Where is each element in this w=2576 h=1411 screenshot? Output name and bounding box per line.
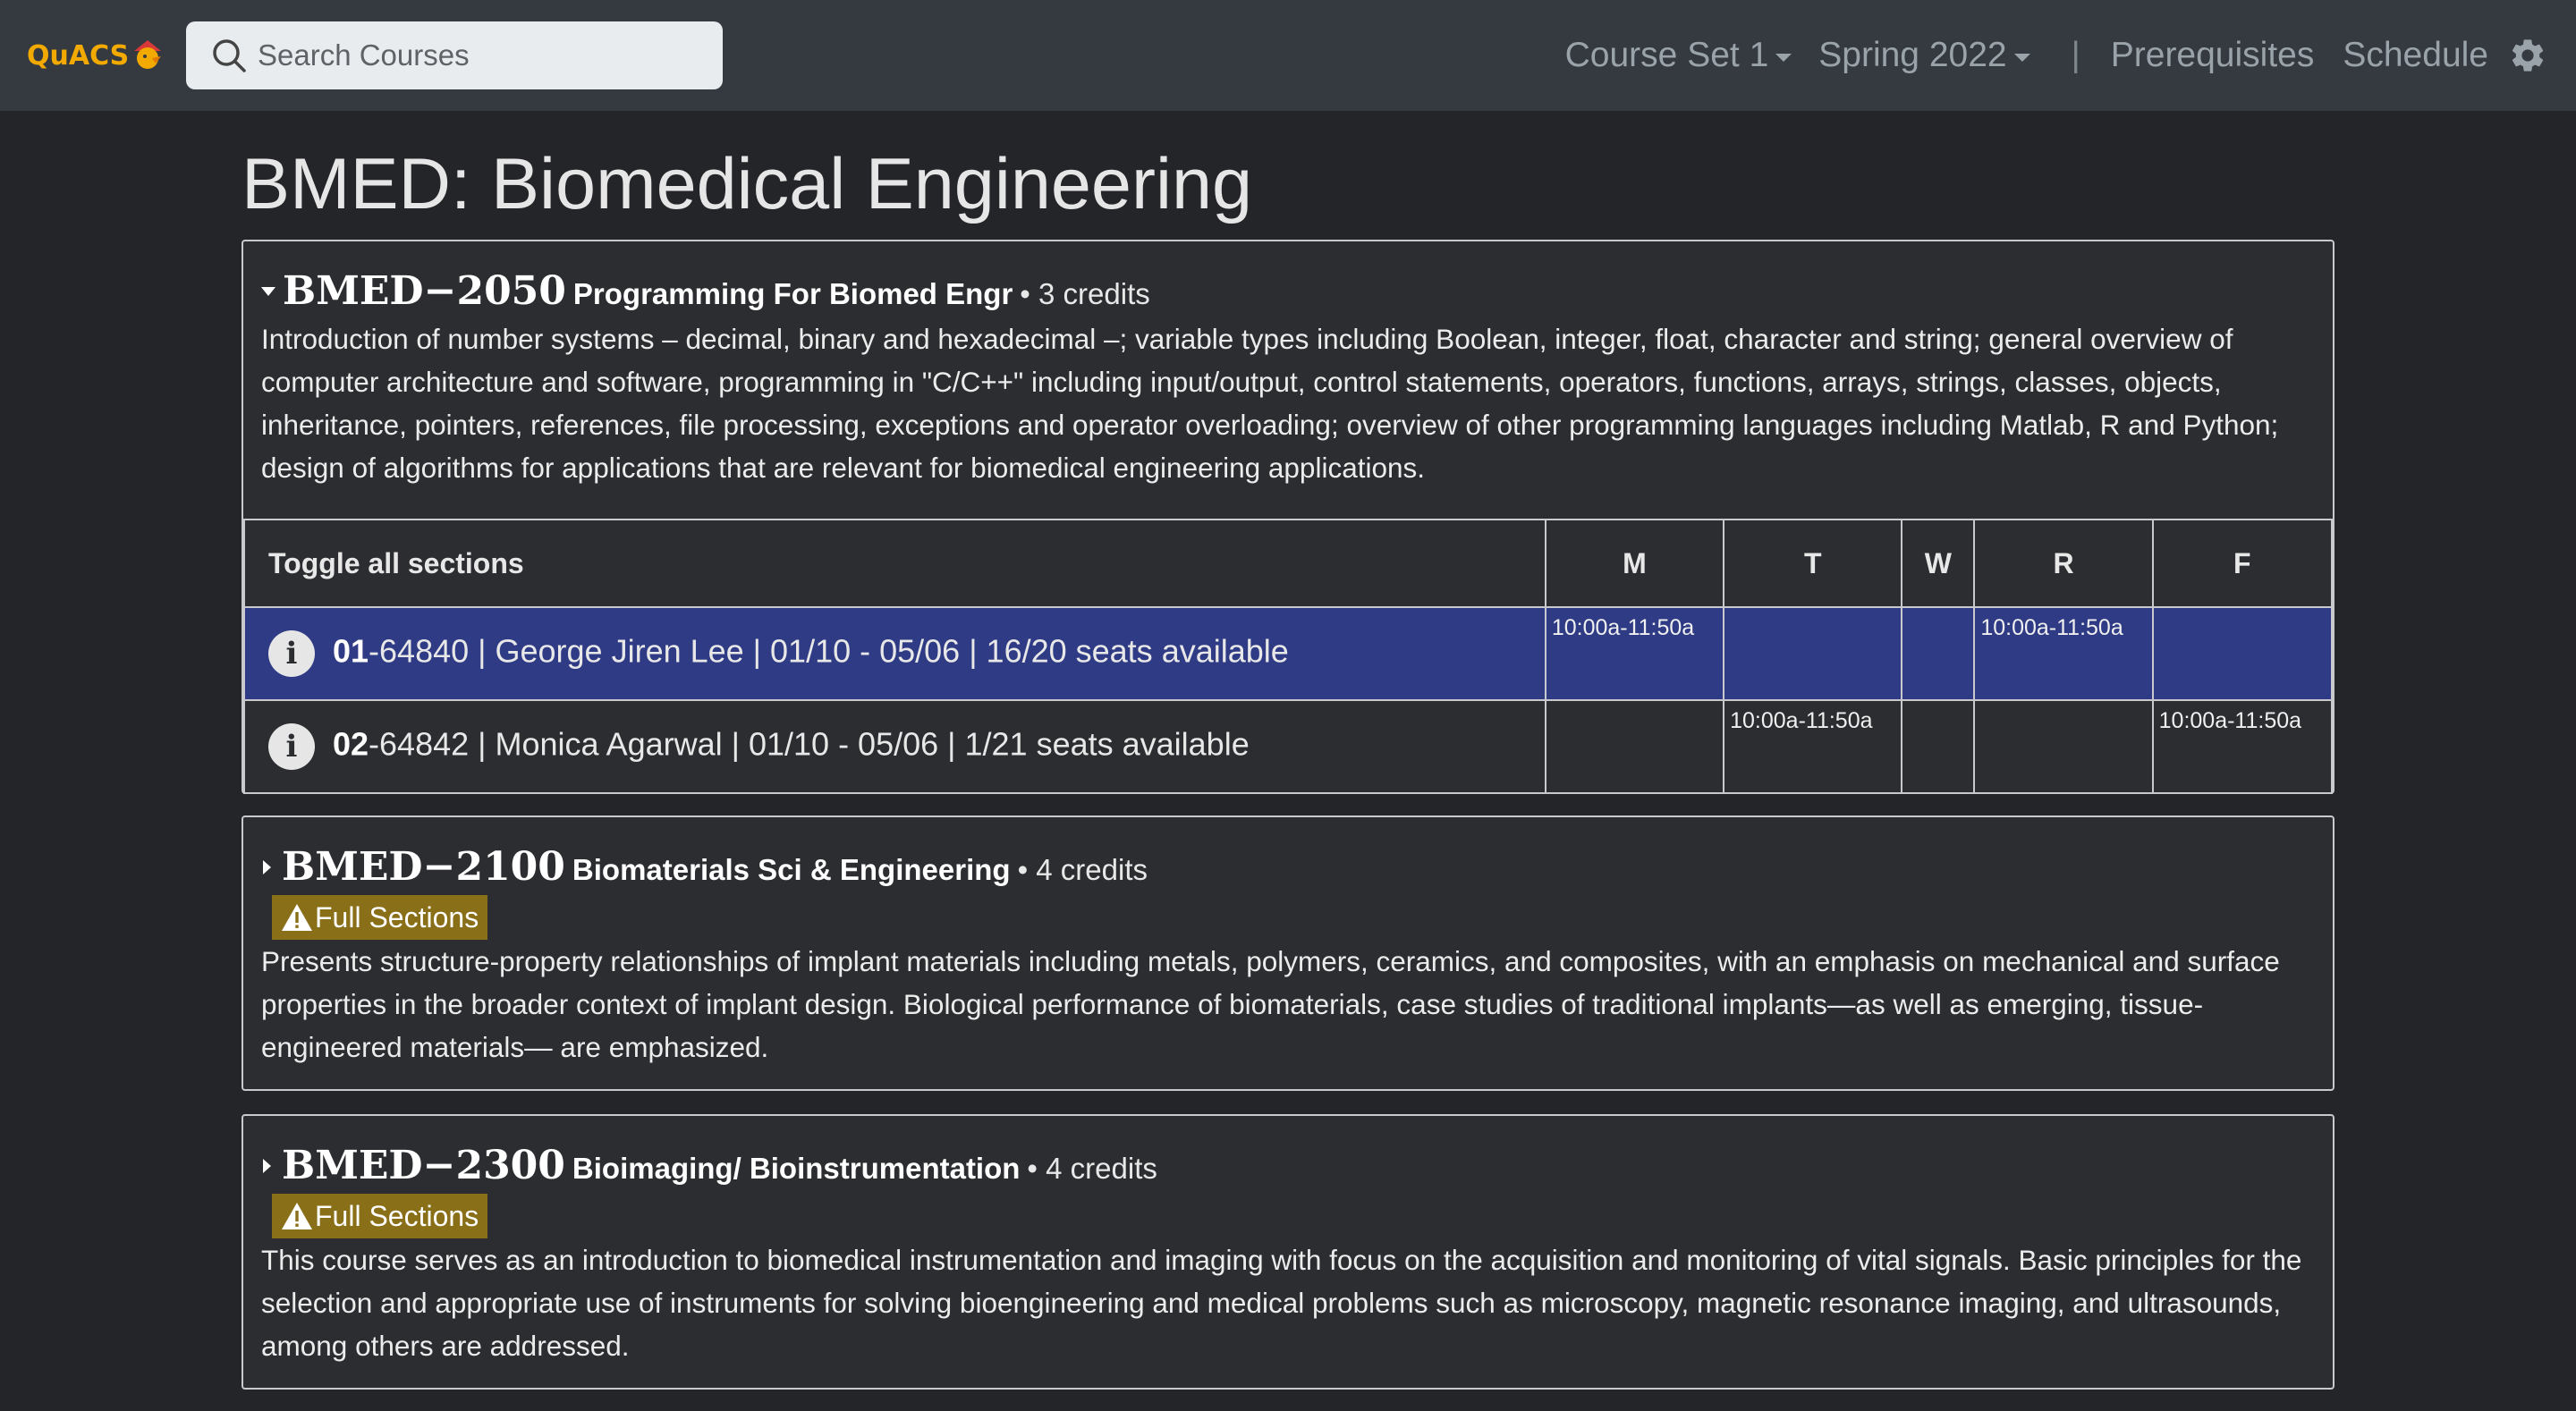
page-title: BMED: Biomedical Engineering [242,144,1253,224]
badge-row: Full Sections [243,1194,2333,1238]
day-header-f: F [2151,519,2334,608]
time-cell-r [1973,699,2154,794]
section-row-02[interactable]: i 02-64842 | Monica Agarwal | 01/10 - 05/… [243,699,2334,794]
warning-icon [282,1203,312,1229]
badge-row: Full Sections [243,895,2333,940]
course-code: BMED−2300 [282,1143,565,1188]
course-header[interactable]: BMED−2050 Programming For Biomed Engr • … [261,268,2333,314]
quacs-logo[interactable]: QuACS [27,32,165,79]
badge-label: Full Sections [315,900,479,934]
section-details: -64840 | George Jiren Lee | 01/10 - 05/0… [369,632,1289,670]
course-card-bmed-2300: BMED−2300 Bioimaging/ Bioinstrumentation… [242,1114,2334,1390]
course-credits: • 3 credits [1020,277,1150,310]
chevron-down-icon [2013,53,2030,62]
search-box[interactable] [186,21,723,89]
course-set-dropdown[interactable]: Course Set 1 [1565,36,1792,75]
time-cell-m: 10:00a-11:50a [1544,606,1725,701]
logo-text: QuACS [27,39,130,72]
day-header-m: M [1544,519,1725,608]
full-sections-badge: Full Sections [272,895,488,940]
nav-separator: | [2071,36,2080,74]
section-number: 01 [333,632,369,670]
course-credits: • 4 credits [1017,853,1148,886]
caret-down-icon [261,286,275,296]
section-info[interactable]: i 01-64840 | George Jiren Lee | 01/10 - 0… [243,606,1546,701]
logo-duck-icon [131,38,165,72]
course-code: BMED−2050 [283,268,566,314]
time-cell-t [1723,606,1903,701]
course-header[interactable]: BMED−2100 Biomaterials Sci & Engineering… [261,844,2333,890]
course-name: Programming For Biomed Engr [572,277,1013,310]
sections-header-row: Toggle all sections M T W R F [243,519,2334,608]
info-icon[interactable]: i [268,630,315,677]
caret-right-icon [263,1158,271,1173]
toggle-all-sections[interactable]: Toggle all sections [243,519,1546,608]
time-cell-w [1901,699,1976,794]
course-description: This course serves as an introduction to… [261,1244,2302,1362]
course-description: Introduction of number systems – decimal… [261,323,2279,484]
prerequisites-label: Prerequisites [2110,36,2315,74]
section-info[interactable]: i 02-64842 | Monica Agarwal | 01/10 - 05/… [243,699,1546,794]
full-sections-badge: Full Sections [272,1194,488,1238]
course-name: Biomaterials Sci & Engineering [572,853,1011,886]
day-header-r: R [1973,519,2154,608]
badge-label: Full Sections [315,1199,479,1232]
course-name: Bioimaging/ Bioinstrumentation [572,1152,1021,1185]
search-input[interactable] [258,38,705,72]
time-cell-w [1901,606,1976,701]
time-cell-f: 10:00a-11:50a [2151,699,2334,794]
section-row-01[interactable]: i 01-64840 | George Jiren Lee | 01/10 - 0… [243,606,2334,701]
semester-dropdown[interactable]: Spring 2022 [1818,36,2030,75]
course-set-label: Course Set 1 [1564,36,1769,74]
navbar-menu: Course Set 1 Spring 2022 | Prerequisites… [1565,0,2576,111]
course-header[interactable]: BMED−2300 Bioimaging/ Bioinstrumentation… [261,1143,2333,1188]
course-description: Presents structure-property relationship… [261,945,2280,1063]
section-details: -64842 | Monica Agarwal | 01/10 - 05/06 … [369,725,1250,763]
course-card-bmed-2050: BMED−2050 Programming For Biomed Engr • … [242,240,2334,794]
section-number: 02 [333,725,369,763]
schedule-link[interactable]: Schedule [2343,36,2488,75]
caret-right-icon [263,859,271,874]
sections-table: Toggle all sections M T W R F i 01-64840 … [243,519,2334,794]
course-credits: • 4 credits [1027,1152,1157,1185]
day-header-w: W [1901,519,1976,608]
course-card-bmed-2100: BMED−2100 Biomaterials Sci & Engineering… [242,815,2334,1091]
prerequisites-link[interactable]: Prerequisites [2111,36,2315,75]
warning-icon [282,904,312,931]
time-cell-f [2151,606,2334,701]
search-icon [213,39,246,72]
day-header-t: T [1723,519,1903,608]
schedule-label: Schedule [2343,36,2488,74]
semester-label: Spring 2022 [1818,36,2007,74]
course-code: BMED−2100 [282,844,565,890]
time-cell-t: 10:00a-11:50a [1723,699,1903,794]
time-cell-m [1544,699,1725,794]
chevron-down-icon [1775,53,1792,62]
info-icon[interactable]: i [268,723,315,770]
time-cell-r: 10:00a-11:50a [1973,606,2154,701]
gear-icon[interactable] [2508,36,2547,75]
navbar: QuACS Course Set 1 Spring 2022 | Pre [0,0,2576,111]
